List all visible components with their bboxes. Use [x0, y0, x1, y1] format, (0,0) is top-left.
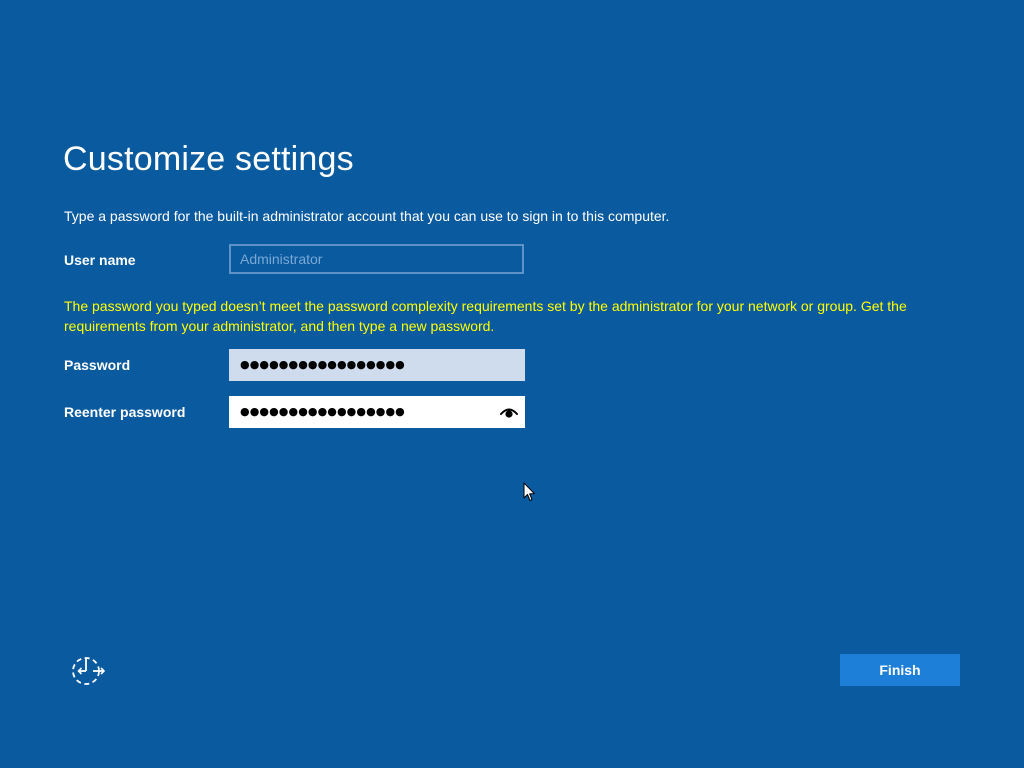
page-title: Customize settings [63, 140, 354, 178]
password-complexity-warning: The password you typed doesn’t meet the … [64, 298, 907, 334]
user-name-field[interactable] [229, 244, 524, 274]
ease-of-access-icon[interactable] [70, 654, 106, 686]
finish-button[interactable]: Finish [840, 654, 960, 686]
eye-icon[interactable] [500, 405, 518, 419]
user-name-label: User name [64, 252, 136, 268]
password-masked-value: ●●●●●●●●●●●●●●●●● [240, 358, 405, 371]
reenter-password-label: Reenter password [64, 404, 186, 420]
page-description: Type a password for the built-in adminis… [64, 208, 670, 224]
reenter-password-field[interactable]: ●●●●●●●●●●●●●●●●● [229, 396, 525, 428]
reenter-password-masked-value: ●●●●●●●●●●●●●●●●● [240, 405, 405, 418]
password-label: Password [64, 357, 131, 373]
password-field[interactable]: ●●●●●●●●●●●●●●●●● [229, 349, 525, 381]
mouse-cursor-icon [523, 482, 535, 501]
